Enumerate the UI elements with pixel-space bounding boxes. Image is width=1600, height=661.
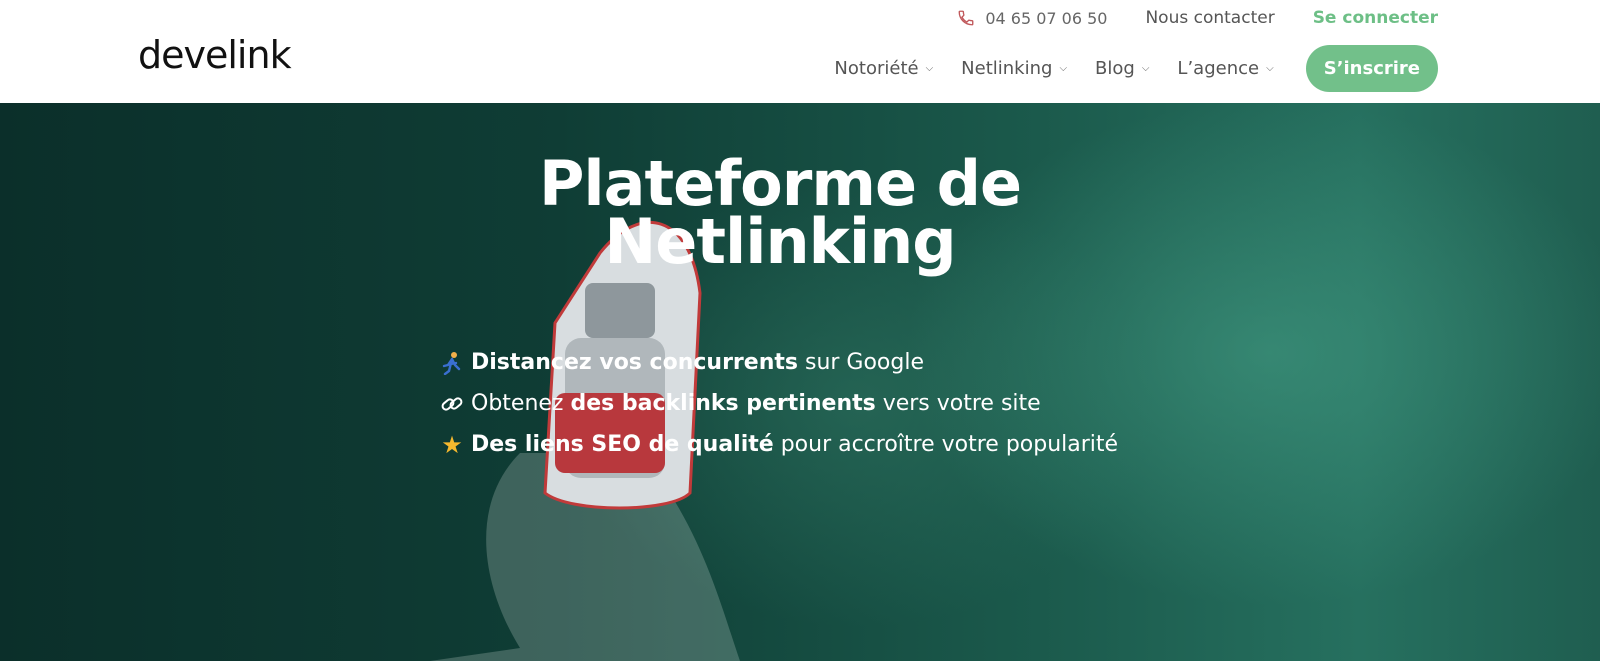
feature-bold-text: Distancez vos concurrents xyxy=(471,350,798,375)
contact-link[interactable]: Nous contacter xyxy=(1145,8,1274,28)
feature-text: pour accroître votre popularité xyxy=(773,432,1119,457)
feature-item: Distancez vos concurrents sur Google xyxy=(437,342,1118,383)
phone-number: 04 65 07 06 50 xyxy=(985,8,1108,28)
nav-item-notoriete[interactable]: Notoriété ⌵ xyxy=(834,58,933,79)
phone-icon xyxy=(958,10,974,26)
nav-item-agence[interactable]: L’agence ⌵ xyxy=(1177,58,1273,79)
phone-link[interactable]: 04 65 07 06 50 xyxy=(957,9,1107,28)
feature-list: Distancez vos concurrents sur Google Obt… xyxy=(437,342,1118,465)
site-header: 04 65 07 06 50 Nous contacter Se connect… xyxy=(0,0,1600,103)
hero-title: Plateforme de Netlinking xyxy=(0,153,1560,278)
feature-bold-text: des backlinks pertinents xyxy=(570,391,876,416)
feature-bold-text: Des liens SEO de qualité xyxy=(471,432,774,457)
hero-section: Plateforme de Netlinking Distancez vos c… xyxy=(0,103,1600,661)
feature-item: Obtenez des backlinks pertinents vers vo… xyxy=(437,383,1118,424)
feature-text-pre: Obtenez xyxy=(471,391,571,416)
feature-item: ★ Des liens SEO de qualité pour accroîtr… xyxy=(437,424,1118,465)
logo[interactable]: develink xyxy=(138,36,292,74)
nav-item-netlinking[interactable]: Netlinking ⌵ xyxy=(961,58,1067,79)
main-nav: Notoriété ⌵ Netlinking ⌵ Blog ⌵ L’agence… xyxy=(834,45,1438,92)
nav-item-blog[interactable]: Blog ⌵ xyxy=(1095,58,1149,79)
hero-title-line2: Netlinking xyxy=(604,205,956,278)
login-link[interactable]: Se connecter xyxy=(1313,8,1438,28)
nav-item-label: L’agence xyxy=(1177,58,1260,79)
star-icon: ★ xyxy=(441,430,463,459)
nav-item-label: Notoriété xyxy=(834,58,919,79)
chevron-down-icon: ⌵ xyxy=(925,63,934,74)
top-bar: 04 65 07 06 50 Nous contacter Se connect… xyxy=(957,6,1438,30)
signup-button[interactable]: S’inscrire xyxy=(1305,45,1438,92)
runner-icon xyxy=(437,351,467,375)
nav-item-label: Blog xyxy=(1095,58,1135,79)
feature-text: sur Google xyxy=(797,350,925,375)
link-icon xyxy=(437,392,467,416)
chevron-down-icon: ⌵ xyxy=(1141,63,1150,74)
chevron-down-icon: ⌵ xyxy=(1266,63,1274,74)
feature-text: vers votre site xyxy=(875,391,1041,416)
nav-item-label: Netlinking xyxy=(961,58,1053,79)
chevron-down-icon: ⌵ xyxy=(1059,63,1068,74)
